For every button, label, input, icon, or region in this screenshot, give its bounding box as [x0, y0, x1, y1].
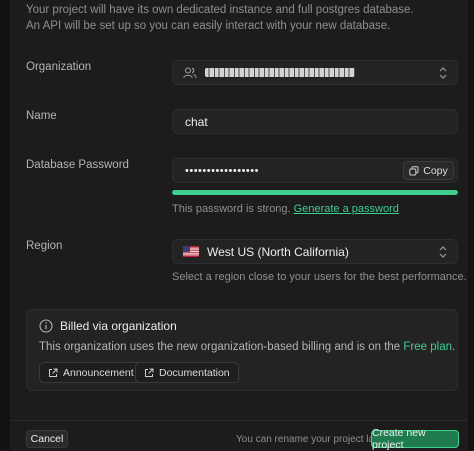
region-value: West US (North California) — [207, 244, 349, 259]
region-select[interactable]: West US (North California) — [172, 239, 458, 264]
copy-password-button[interactable]: Copy — [403, 161, 454, 180]
password-strength-bar — [172, 190, 458, 195]
chevron-updown-icon — [439, 246, 447, 258]
copy-icon — [409, 165, 419, 175]
external-link-icon — [49, 368, 58, 377]
password-input[interactable]: ••••••••••••••••• Copy — [172, 158, 458, 183]
announcement-label: Announcement — [63, 366, 134, 379]
password-hint: This password is strong. Generate a pass… — [172, 203, 399, 215]
footer-divider — [10, 420, 468, 421]
documentation-label: Documentation — [159, 366, 230, 379]
name-value: chat — [185, 114, 208, 129]
password-strength-fill — [172, 190, 458, 195]
users-icon — [183, 66, 197, 79]
info-icon — [39, 319, 53, 333]
billing-title: Billed via organization — [60, 319, 177, 333]
intro-text: Your project will have its own dedicated… — [26, 2, 414, 34]
rename-note: You can rename your project later — [236, 434, 386, 445]
documentation-button[interactable]: Documentation — [135, 362, 239, 383]
name-input[interactable]: chat — [172, 109, 458, 134]
right-frame — [468, 0, 474, 450]
region-label: Region — [26, 240, 63, 252]
intro-line-1: Your project will have its own dedicated… — [26, 4, 414, 16]
left-frame — [0, 0, 10, 450]
us-flag-icon — [183, 246, 199, 257]
create-project-panel: Your project will have its own dedicated… — [10, 0, 468, 450]
billing-description: This organization uses the new organizat… — [39, 341, 455, 353]
billing-notice: Billed via organization This organizatio… — [26, 309, 458, 391]
create-project-button[interactable]: Create new project — [371, 427, 459, 451]
free-plan-link[interactable]: Free plan. — [403, 341, 455, 353]
announcement-button[interactable]: Announcement — [39, 362, 143, 383]
name-label: Name — [26, 110, 57, 122]
billing-description-text: This organization uses the new organizat… — [39, 341, 401, 353]
copy-label: Copy — [423, 164, 448, 177]
password-masked-value: ••••••••••••••••• — [185, 164, 259, 177]
external-link-icon — [145, 368, 154, 377]
generate-password-link[interactable]: Generate a password — [294, 203, 399, 215]
password-hint-text: This password is strong. — [172, 203, 291, 215]
cancel-button[interactable]: Cancel — [26, 430, 68, 448]
organization-value-redacted — [205, 68, 355, 77]
region-hint: Select a region close to your users for … — [172, 271, 467, 283]
organization-label: Organization — [26, 61, 92, 73]
intro-line-2: An API will be set up so you can easily … — [26, 20, 391, 32]
password-label: Database Password — [26, 159, 129, 171]
chevron-updown-icon — [439, 67, 447, 79]
organization-select[interactable] — [172, 60, 458, 85]
